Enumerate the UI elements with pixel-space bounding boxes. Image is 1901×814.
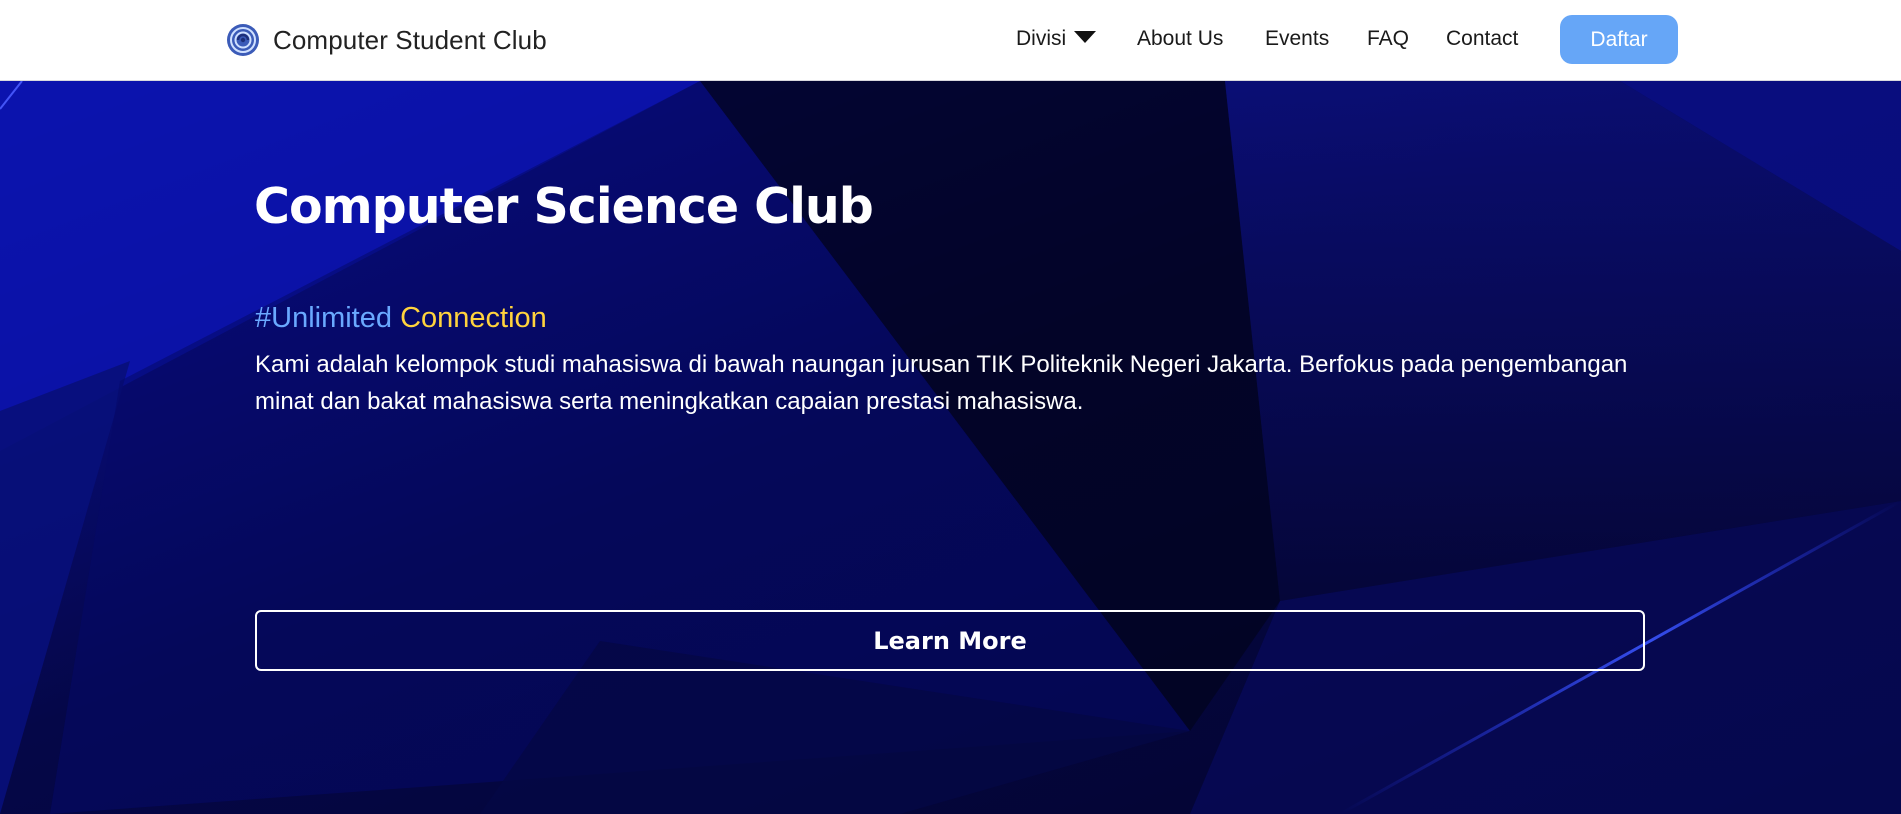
daftar-button[interactable]: Daftar — [1560, 15, 1678, 64]
learn-more-button[interactable]: Learn More — [255, 610, 1645, 671]
caret-down-icon — [1074, 31, 1097, 44]
navbar: Computer Student Club Divisi About Us Ev… — [0, 0, 1901, 81]
nav-item-events[interactable]: Events — [1265, 27, 1329, 51]
nav-item-label: Divisi — [1016, 27, 1067, 50]
tagline-highlight: Connection — [400, 302, 547, 334]
nav-item-about-us[interactable]: About Us — [1137, 27, 1223, 51]
hero-section: Computer Science Club #Unlimited Connect… — [0, 81, 1901, 814]
hero-description: Kami adalah kelompok studi mahasiswa di … — [255, 351, 1628, 415]
hero-title: Computer Science Club — [254, 178, 874, 235]
nav-item-contact[interactable]: Contact — [1446, 27, 1518, 51]
nav-item-divisi[interactable]: Divisi — [1016, 27, 1097, 51]
tagline-hashtag: #Unlimited — [255, 302, 392, 334]
nav-item-faq[interactable]: FAQ — [1367, 27, 1409, 51]
hero-tagline: #Unlimited Connection — [255, 302, 547, 335]
